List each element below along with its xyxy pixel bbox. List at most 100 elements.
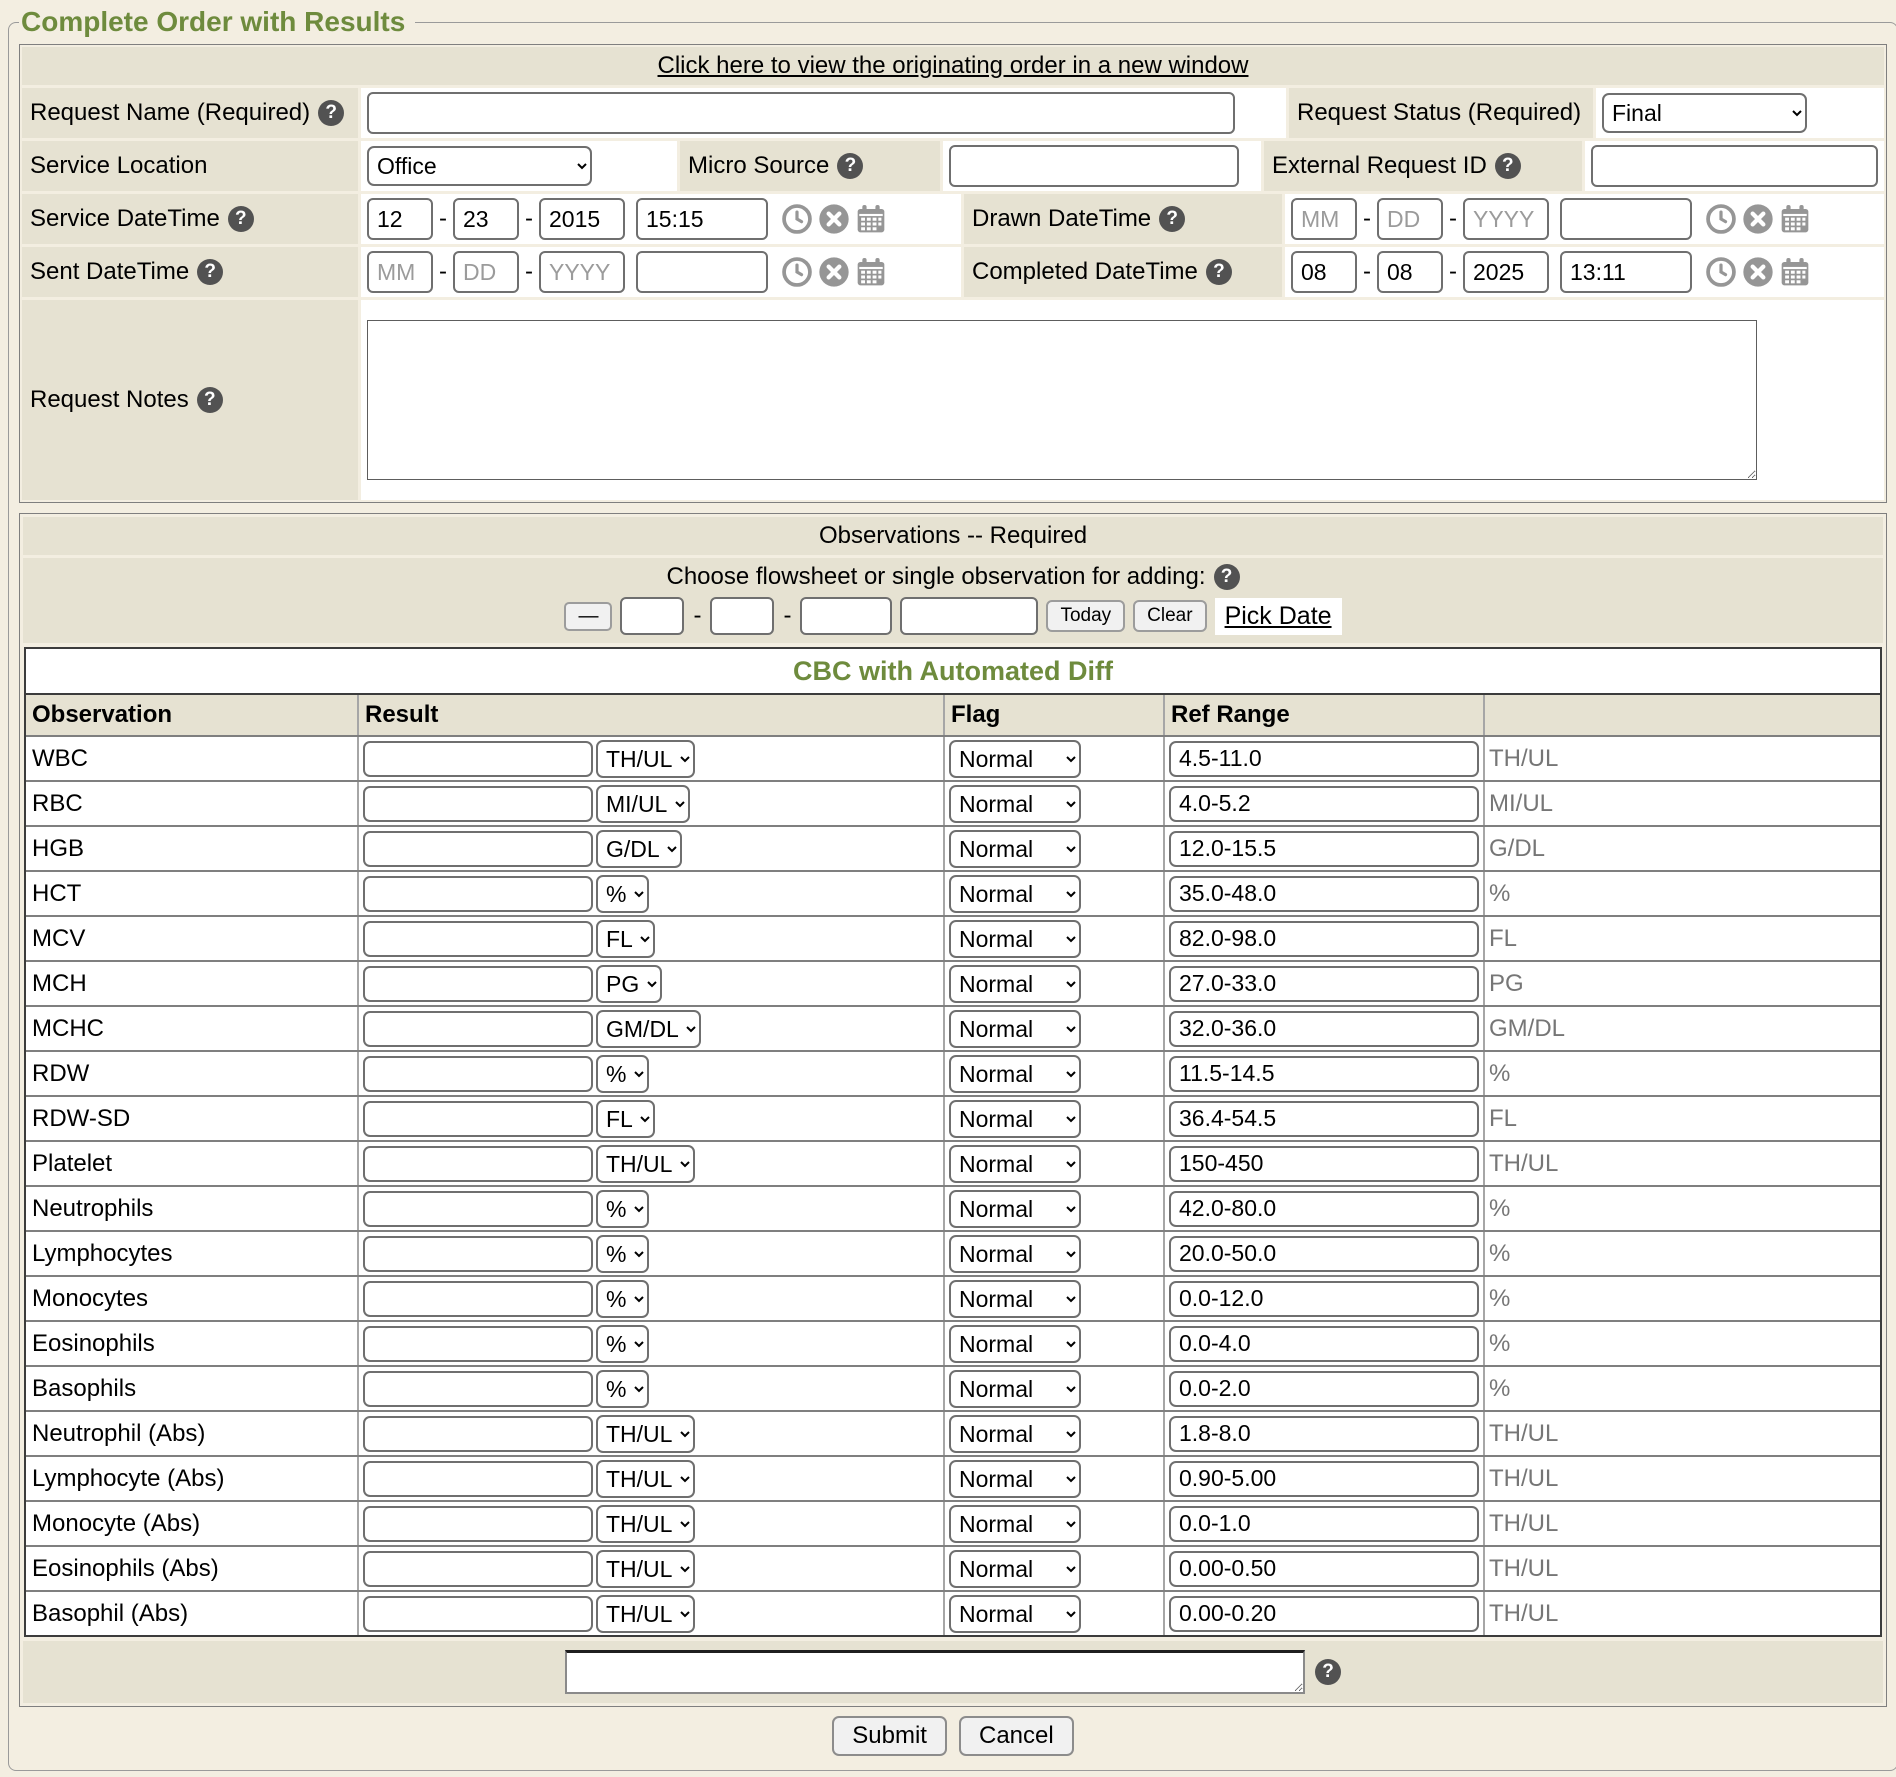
result-unit-select[interactable]: % xyxy=(596,1055,649,1093)
result-unit-select[interactable]: GM/DL xyxy=(596,1010,701,1048)
drawn-time-input[interactable] xyxy=(1560,198,1692,240)
result-input[interactable] xyxy=(363,1236,593,1272)
result-input[interactable] xyxy=(363,1146,593,1182)
result-input[interactable] xyxy=(363,1596,593,1632)
help-icon[interactable]: ? xyxy=(1315,1659,1341,1685)
drawn-month-input[interactable] xyxy=(1291,198,1357,240)
result-input[interactable] xyxy=(363,1101,593,1137)
collapse-button[interactable]: — xyxy=(564,602,612,631)
service-day-input[interactable] xyxy=(453,198,519,240)
result-input[interactable] xyxy=(363,1551,593,1587)
help-icon[interactable]: ? xyxy=(228,206,254,232)
result-input[interactable] xyxy=(363,1371,593,1407)
flag-select[interactable]: Normal xyxy=(949,875,1081,913)
result-input[interactable] xyxy=(363,876,593,912)
result-input[interactable] xyxy=(363,1056,593,1092)
clock-icon[interactable] xyxy=(781,256,813,288)
result-input[interactable] xyxy=(363,966,593,1002)
ref-range-input[interactable] xyxy=(1169,831,1479,867)
completed-year-input[interactable] xyxy=(1463,251,1549,293)
service-time-input[interactable] xyxy=(636,198,768,240)
ref-range-input[interactable] xyxy=(1169,1371,1479,1407)
flag-select[interactable]: Normal xyxy=(949,830,1081,868)
service-year-input[interactable] xyxy=(539,198,625,240)
result-input[interactable] xyxy=(363,921,593,957)
ref-range-input[interactable] xyxy=(1169,921,1479,957)
picker-time-input[interactable] xyxy=(900,597,1038,635)
clock-icon[interactable] xyxy=(1705,203,1737,235)
ref-range-input[interactable] xyxy=(1169,1506,1479,1542)
drawn-year-input[interactable] xyxy=(1463,198,1549,240)
calendar-icon[interactable] xyxy=(1779,203,1811,235)
flag-select[interactable]: Normal xyxy=(949,1595,1081,1633)
completed-month-input[interactable] xyxy=(1291,251,1357,293)
ref-range-input[interactable] xyxy=(1169,1281,1479,1317)
clear-datetime-icon[interactable] xyxy=(1742,203,1774,235)
request-status-select[interactable]: Final xyxy=(1602,93,1807,133)
result-unit-select[interactable]: TH/UL xyxy=(596,1415,695,1453)
result-input[interactable] xyxy=(363,831,593,867)
completed-day-input[interactable] xyxy=(1377,251,1443,293)
result-unit-select[interactable]: TH/UL xyxy=(596,1460,695,1498)
flag-select[interactable]: Normal xyxy=(949,1100,1081,1138)
result-unit-select[interactable]: G/DL xyxy=(596,830,682,868)
micro-source-input[interactable] xyxy=(949,145,1239,187)
flag-select[interactable]: Normal xyxy=(949,1325,1081,1363)
flag-select[interactable]: Normal xyxy=(949,1280,1081,1318)
picker-month-input[interactable] xyxy=(620,597,684,635)
originating-order-link[interactable]: Click here to view the originating order… xyxy=(658,52,1249,80)
flag-select[interactable]: Normal xyxy=(949,1460,1081,1498)
ref-range-input[interactable] xyxy=(1169,876,1479,912)
flag-select[interactable]: Normal xyxy=(949,1055,1081,1093)
flag-select[interactable]: Normal xyxy=(949,1370,1081,1408)
service-month-input[interactable] xyxy=(367,198,433,240)
ref-range-input[interactable] xyxy=(1169,1146,1479,1182)
ref-range-input[interactable] xyxy=(1169,1551,1479,1587)
ref-range-input[interactable] xyxy=(1169,1596,1479,1632)
result-unit-select[interactable]: TH/UL xyxy=(596,1505,695,1543)
result-input[interactable] xyxy=(363,1011,593,1047)
result-unit-select[interactable]: TH/UL xyxy=(596,1550,695,1588)
result-input[interactable] xyxy=(363,1461,593,1497)
result-unit-select[interactable]: TH/UL xyxy=(596,1145,695,1183)
calendar-icon[interactable] xyxy=(855,203,887,235)
result-input[interactable] xyxy=(363,1416,593,1452)
request-name-input[interactable] xyxy=(367,92,1235,134)
sent-month-input[interactable] xyxy=(367,251,433,293)
clear-button[interactable]: Clear xyxy=(1133,600,1206,632)
flag-select[interactable]: Normal xyxy=(949,1235,1081,1273)
completed-time-input[interactable] xyxy=(1560,251,1692,293)
flag-select[interactable]: Normal xyxy=(949,1010,1081,1048)
result-unit-select[interactable]: % xyxy=(596,1325,649,1363)
ref-range-input[interactable] xyxy=(1169,1461,1479,1497)
result-unit-select[interactable]: FL xyxy=(596,1100,655,1138)
help-icon[interactable]: ? xyxy=(1159,206,1185,232)
drawn-day-input[interactable] xyxy=(1377,198,1443,240)
pick-date-link[interactable]: Pick Date xyxy=(1225,602,1332,630)
flag-select[interactable]: Normal xyxy=(949,1190,1081,1228)
sent-day-input[interactable] xyxy=(453,251,519,293)
picker-day-input[interactable] xyxy=(710,597,774,635)
ref-range-input[interactable] xyxy=(1169,966,1479,1002)
ref-range-input[interactable] xyxy=(1169,1191,1479,1227)
ref-range-input[interactable] xyxy=(1169,1011,1479,1047)
ref-range-input[interactable] xyxy=(1169,1101,1479,1137)
result-unit-select[interactable]: % xyxy=(596,1370,649,1408)
flag-select[interactable]: Normal xyxy=(949,785,1081,823)
sent-year-input[interactable] xyxy=(539,251,625,293)
clear-datetime-icon[interactable] xyxy=(818,256,850,288)
clear-datetime-icon[interactable] xyxy=(1742,256,1774,288)
result-unit-select[interactable]: % xyxy=(596,1235,649,1273)
help-icon[interactable]: ? xyxy=(197,387,223,413)
flag-select[interactable]: Normal xyxy=(949,1505,1081,1543)
help-icon[interactable]: ? xyxy=(1495,153,1521,179)
result-unit-select[interactable]: MI/UL xyxy=(596,785,690,823)
ref-range-input[interactable] xyxy=(1169,1326,1479,1362)
ref-range-input[interactable] xyxy=(1169,741,1479,777)
ref-range-input[interactable] xyxy=(1169,1056,1479,1092)
flag-select[interactable]: Normal xyxy=(949,740,1081,778)
result-input[interactable] xyxy=(363,786,593,822)
help-icon[interactable]: ? xyxy=(1206,259,1232,285)
flag-select[interactable]: Normal xyxy=(949,920,1081,958)
help-icon[interactable]: ? xyxy=(837,153,863,179)
